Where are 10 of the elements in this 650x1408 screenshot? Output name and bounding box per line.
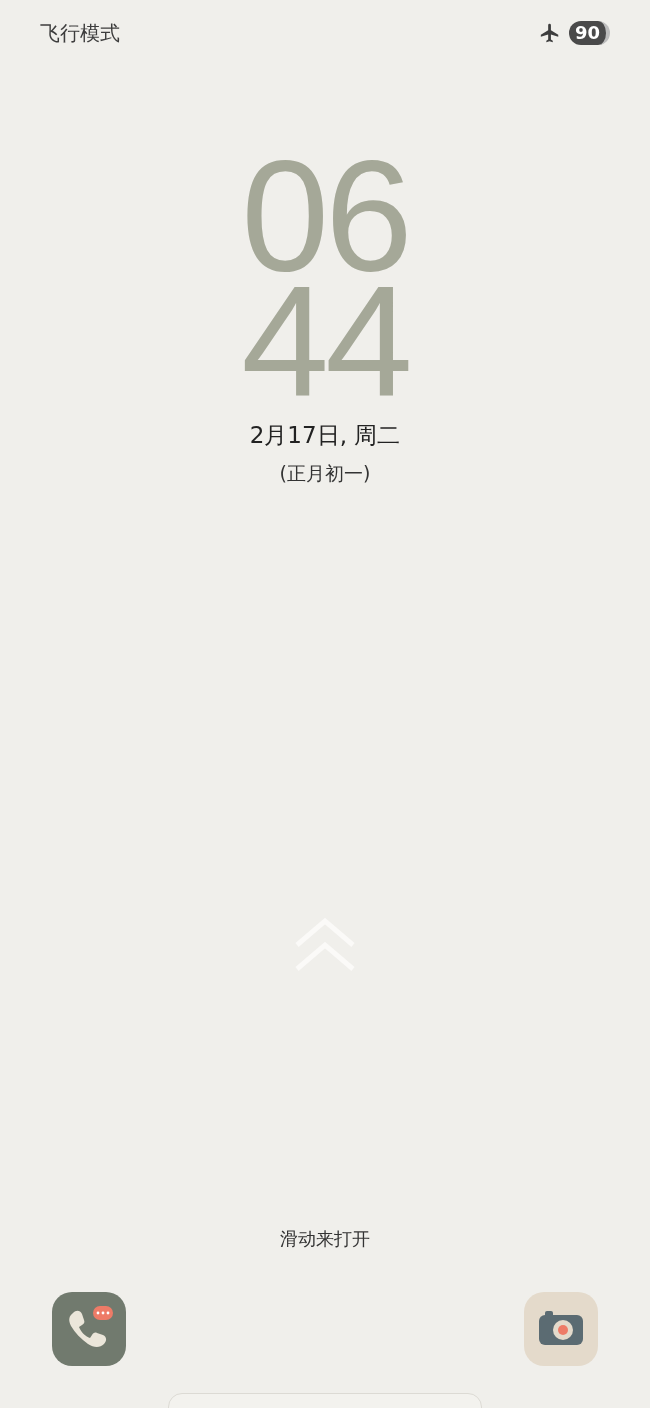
- clock-minutes: 44: [241, 278, 409, 404]
- airplane-icon: [538, 22, 561, 44]
- date-text: 2月17日, 周二: [249, 421, 401, 450]
- unlock-hint: 滑动来打开: [280, 1227, 370, 1251]
- camera-shortcut[interactable]: [524, 1292, 598, 1366]
- battery-indicator: 90: [568, 21, 610, 45]
- airplane-mode-label: 飞行模式: [40, 20, 120, 47]
- phone-shortcut[interactable]: [52, 1292, 126, 1366]
- clock-hours: 06: [241, 152, 409, 278]
- lunar-date-text: (正月初一): [279, 460, 371, 486]
